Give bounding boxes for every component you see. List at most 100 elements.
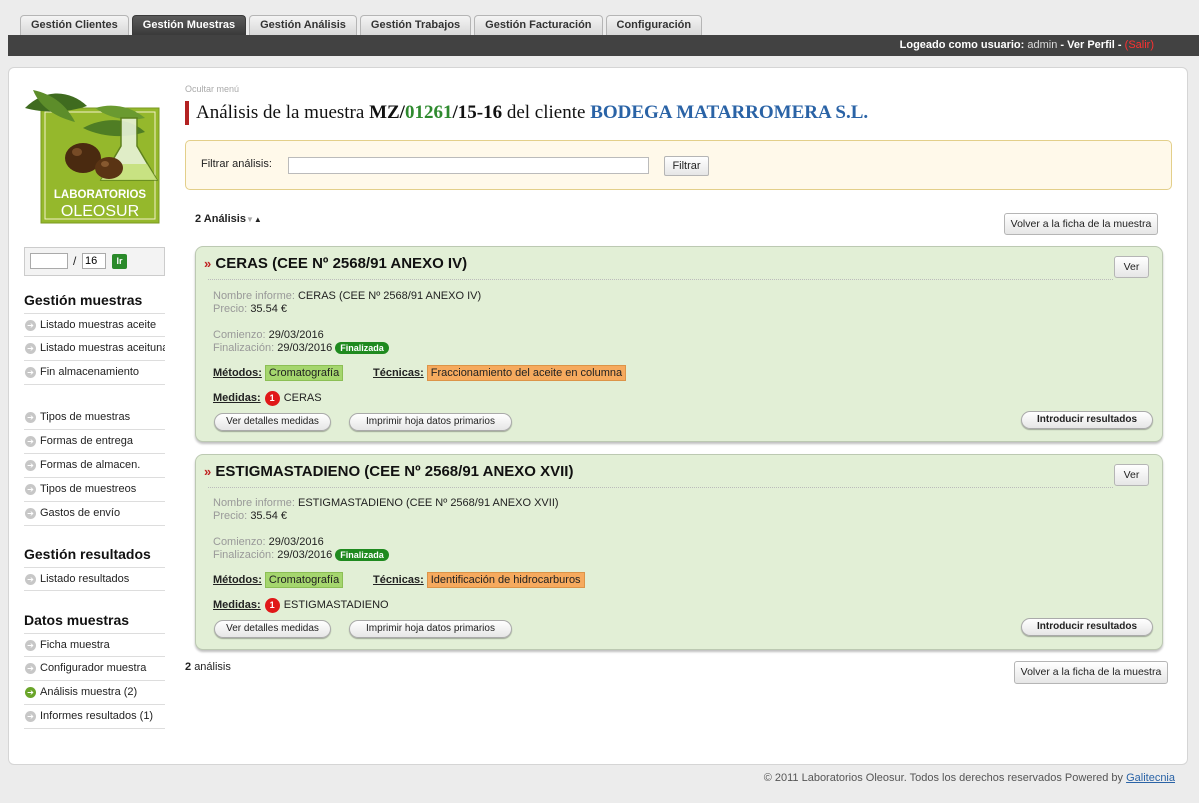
sidebar-item-label: Tipos de muestras xyxy=(40,411,131,423)
sidebar-item-analisis-muestra[interactable]: ➔ Análisis muestra (2) xyxy=(24,681,165,705)
sidebar-item-gastos-envio[interactable]: ➔ Gastos de envío xyxy=(24,502,165,526)
arrow-right-icon: ➔ xyxy=(25,343,36,354)
price-label: Precio: xyxy=(213,510,248,522)
sample-pager: / Ir xyxy=(24,247,165,276)
user-bar: Logeado como usuario: admin - Ver Perfil… xyxy=(8,35,1199,56)
price-value: 35.54 € xyxy=(250,510,288,522)
sidebar-item-tipos-muestreos[interactable]: ➔ Tipos de muestreos xyxy=(24,478,165,502)
report-name-label: Nombre informe: xyxy=(213,290,295,302)
arrow-right-icon: ➔ xyxy=(25,574,36,585)
filter-box: Filtrar análisis: Filtrar xyxy=(185,140,1172,190)
sidebar-title-gestion-muestras: Gestión muestras xyxy=(24,292,143,308)
sidebar-item-informes-resultados[interactable]: ➔ Informes resultados (1) xyxy=(24,705,165,729)
analysis-count-label: Análisis xyxy=(203,213,246,225)
techniques-row: Técnicas: Fraccionamiento del aceite en c… xyxy=(373,365,627,381)
tab-gestion-analisis[interactable]: Gestión Análisis xyxy=(249,15,357,35)
view-analysis-button[interactable]: Ver xyxy=(1114,256,1149,278)
report-name-row: Nombre informe: ESTIGMASTADIENO (CEE Nº … xyxy=(213,497,559,509)
start-value: 29/03/2016 xyxy=(268,536,324,548)
view-measure-details-button[interactable]: Ver detalles medidas xyxy=(214,620,331,638)
techniques-row: Técnicas: Identificación de hidrocarburos xyxy=(373,572,585,588)
sidebar-item-configurador-muestra[interactable]: ➔ Configurador muestra xyxy=(24,657,165,681)
measures-label: Medidas: xyxy=(213,599,261,611)
end-row: Finalización: 29/03/2016 Finalizada xyxy=(213,342,389,354)
sidebar-item-listado-aceite[interactable]: ➔ Listado muestras aceite xyxy=(24,313,165,337)
sort-asc-icon[interactable]: ▲ xyxy=(254,215,262,224)
price-label: Precio: xyxy=(213,303,248,315)
sidebar-item-ficha-muestra[interactable]: ➔ Ficha muestra xyxy=(24,633,165,657)
view-analysis-button[interactable]: Ver xyxy=(1114,464,1149,486)
galitecnia-link[interactable]: Galitecnia xyxy=(1126,772,1175,784)
tab-gestion-clientes[interactable]: Gestión Clientes xyxy=(20,15,129,35)
tab-configuracion[interactable]: Configuración xyxy=(605,15,703,35)
page-title: Análisis de la muestra MZ/01261/15-16 de… xyxy=(185,101,868,125)
analysis-count-header: 2 Análisis▼▲ xyxy=(195,213,262,225)
method-tag: Cromatografía xyxy=(264,365,344,381)
go-button[interactable]: Ir xyxy=(112,254,127,269)
report-name-value: ESTIGMASTADIENO (CEE Nº 2568/91 ANEXO XV… xyxy=(297,497,559,509)
tab-gestion-trabajos[interactable]: Gestión Trabajos xyxy=(359,15,472,35)
sidebar-item-label: Informes resultados (1) xyxy=(40,710,154,722)
start-label: Comienzo: xyxy=(213,329,266,341)
arrow-right-icon: ➔ xyxy=(25,508,36,519)
filter-button[interactable]: Filtrar xyxy=(664,156,709,176)
oleosur-logo: LABORATORIOS OLEOSUR xyxy=(25,88,167,228)
logo-line1: LABORATORIOS xyxy=(54,189,147,201)
sidebar-item-label: Fin almacenamiento xyxy=(40,366,140,378)
filter-label: Filtrar análisis: xyxy=(201,158,272,170)
end-label: Finalización: xyxy=(213,549,275,561)
analysis-title: » ESTIGMASTADIENO (CEE Nº 2568/91 ANEXO … xyxy=(204,463,573,480)
username: admin xyxy=(1027,39,1058,51)
start-row: Comienzo: 29/03/2016 xyxy=(213,536,324,548)
back-to-sample-button[interactable]: Volver a la ficha de la muestra xyxy=(1014,661,1168,684)
status-badge: Finalizada xyxy=(335,342,389,354)
sidebar-item-tipos-muestras[interactable]: ➔ Tipos de muestras xyxy=(24,406,165,430)
sidebar-item-listado-resultados[interactable]: ➔ Listado resultados xyxy=(24,567,165,591)
analysis-title: » CERAS (CEE Nº 2568/91 ANEXO IV) xyxy=(204,255,467,272)
arrow-right-icon: ➔ xyxy=(25,484,36,495)
double-chevron-icon: » xyxy=(204,464,212,479)
sample-code-prefix: MZ/ xyxy=(369,102,405,123)
sidebar-menu-datos-muestras: ➔ Ficha muestra ➔ Configurador muestra ➔ An… xyxy=(24,633,165,729)
sidebar-item-fin-almacenamiento[interactable]: ➔ Fin almacenamiento xyxy=(24,361,165,385)
sidebar-item-label: Listado muestras aceite xyxy=(40,319,157,331)
page-input[interactable] xyxy=(30,253,68,269)
print-primary-data-button[interactable]: Imprimir hoja datos primarios xyxy=(349,620,512,638)
sort-desc-icon[interactable]: ▼ xyxy=(246,215,254,224)
view-measure-details-button[interactable]: Ver detalles medidas xyxy=(214,413,331,431)
enter-results-button[interactable]: Introducir resultados xyxy=(1021,411,1153,429)
tab-gestion-facturacion[interactable]: Gestión Facturación xyxy=(474,15,603,35)
sidebar-title-gestion-resultados: Gestión resultados xyxy=(24,546,151,562)
filter-input[interactable] xyxy=(288,157,649,174)
hide-menu-link[interactable]: Ocultar menú xyxy=(185,84,239,94)
back-to-sample-button[interactable]: Volver a la ficha de la muestra xyxy=(1004,213,1158,235)
end-row: Finalización: 29/03/2016 Finalizada xyxy=(213,549,389,561)
report-name-row: Nombre informe: CERAS (CEE Nº 2568/91 AN… xyxy=(213,290,481,302)
copyright-text: © 2011 Laboratorios Oleosur. Todos los d… xyxy=(763,772,1124,784)
enter-results-button[interactable]: Introducir resultados xyxy=(1021,618,1153,636)
olive-flask-logo-icon: LABORATORIOS OLEOSUR xyxy=(25,90,160,224)
sidebar-item-label: Formas de entrega xyxy=(40,435,133,447)
sidebar-item-listado-aceituna[interactable]: ➔ Listado muestras aceituna xyxy=(24,337,165,361)
sidebar-item-formas-almacen[interactable]: ➔ Formas de almacen. xyxy=(24,454,165,478)
print-primary-data-button[interactable]: Imprimir hoja datos primarios xyxy=(349,413,512,431)
price-row: Precio: 35.54 € xyxy=(213,510,287,522)
sidebar-item-formas-entrega[interactable]: ➔ Formas de entrega xyxy=(24,430,165,454)
tab-gestion-muestras[interactable]: Gestión Muestras xyxy=(131,15,247,35)
sidebar-item-label: Análisis muestra (2) xyxy=(40,686,138,698)
sidebar-menu-tipos: ➔ Tipos de muestras ➔ Formas de entrega ➔ F… xyxy=(24,406,165,526)
end-label: Finalización: xyxy=(213,342,275,354)
arrow-right-icon: ➔ xyxy=(25,663,36,674)
page-total-input[interactable] xyxy=(82,253,106,269)
separator: - xyxy=(1060,39,1065,51)
sidebar-item-label: Tipos de muestreos xyxy=(40,483,137,495)
logout-link[interactable]: (Salir) xyxy=(1125,39,1154,51)
measures-count-badge: 1 xyxy=(264,598,280,613)
sidebar-item-label: Configurador muestra xyxy=(40,662,147,674)
price-row: Precio: 35.54 € xyxy=(213,303,287,315)
sidebar-item-label: Ficha muestra xyxy=(40,639,110,651)
report-name-label: Nombre informe: xyxy=(213,497,295,509)
title-prefix: Análisis de la muestra xyxy=(196,102,365,123)
start-value: 29/03/2016 xyxy=(268,329,324,341)
view-profile-link[interactable]: Ver Perfil xyxy=(1067,39,1115,51)
